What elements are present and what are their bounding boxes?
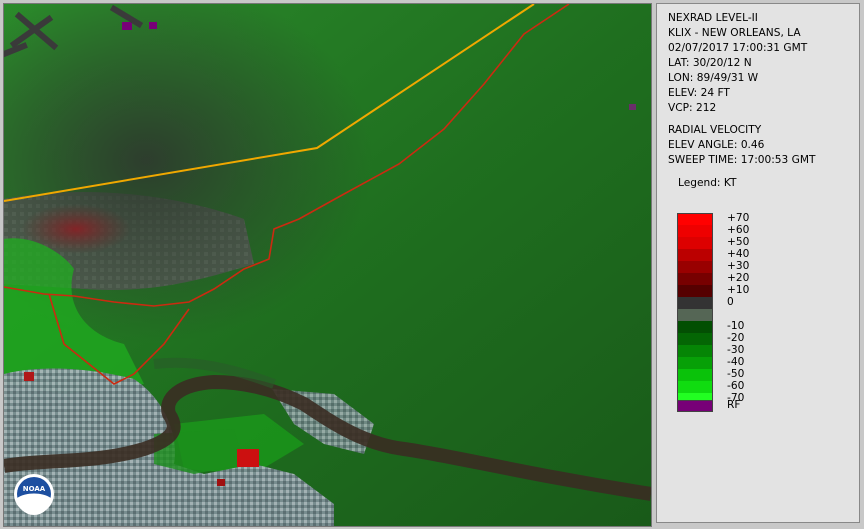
- legend-swatch: [677, 309, 713, 321]
- legend-swatch: [677, 369, 713, 381]
- legend-value: -10: [727, 320, 745, 332]
- legend-swatch: [677, 213, 713, 225]
- rf-cell-3: [629, 104, 636, 110]
- legend-value: +50: [727, 236, 750, 248]
- station-info-line: LAT: 30/20/12 N: [668, 57, 752, 69]
- legend-swatch: [677, 321, 713, 333]
- rf-label: RF: [727, 399, 741, 411]
- station-info-line: KLIX - NEW ORLEANS, LA: [668, 27, 801, 39]
- legend-title: Legend: KT: [678, 177, 737, 189]
- legend-swatch: [677, 249, 713, 261]
- legend-value: 0: [727, 296, 734, 308]
- legend-value: -20: [727, 332, 745, 344]
- legend-swatch: [677, 225, 713, 237]
- legend-value: -30: [727, 344, 745, 356]
- legend-value: +70: [727, 212, 750, 224]
- radar-map[interactable]: NOAA: [3, 3, 652, 527]
- legend-swatch: [677, 285, 713, 297]
- strong-inbound-cell: [237, 449, 259, 467]
- legend-value: -60: [727, 380, 745, 392]
- legend-value: +40: [727, 248, 750, 260]
- legend-value: -40: [727, 356, 745, 368]
- radar-map-canvas: NOAA: [4, 4, 651, 526]
- legend-swatch: [677, 381, 713, 393]
- station-info: NEXRAD LEVEL-II KLIX - NEW ORLEANS, LA 02/…: [668, 11, 859, 116]
- rf-cell: [122, 22, 132, 30]
- inbound-cell: [24, 372, 34, 381]
- legend-value: -50: [727, 368, 745, 380]
- legend-swatch: [677, 261, 713, 273]
- product-info-line: SWEEP TIME: 17:00:53 GMT: [668, 154, 816, 166]
- rf-cell-2: [149, 22, 157, 29]
- legend-swatch: [677, 273, 713, 285]
- station-info-line: VCP: 212: [668, 102, 717, 114]
- legend-value: +30: [727, 260, 750, 272]
- product-info-line: ELEV ANGLE: 0.46: [668, 139, 765, 151]
- station-info-line: ELEV: 24 FT: [668, 87, 730, 99]
- noaa-logo-text: NOAA: [23, 485, 46, 493]
- station-info-line: NEXRAD LEVEL-II: [668, 12, 758, 24]
- station-info-line: LON: 89/49/31 W: [668, 72, 759, 84]
- legend-value: +10: [727, 284, 750, 296]
- legend-swatch: [677, 345, 713, 357]
- rf-swatch: [677, 400, 713, 412]
- legend-swatch: [677, 297, 713, 309]
- legend-value: +20: [727, 272, 750, 284]
- station-info-line: 02/07/2017 17:00:31 GMT: [668, 42, 808, 54]
- legend-swatch: [677, 357, 713, 369]
- legend-value: +60: [727, 224, 750, 236]
- inbound-cell-2: [217, 479, 225, 486]
- legend-swatch: [677, 333, 713, 345]
- product-info: RADIAL VELOCITY ELEV ANGLE: 0.46 SWEEP TIM…: [668, 123, 859, 168]
- legend-swatch: [677, 237, 713, 249]
- product-info-line: RADIAL VELOCITY: [668, 124, 762, 136]
